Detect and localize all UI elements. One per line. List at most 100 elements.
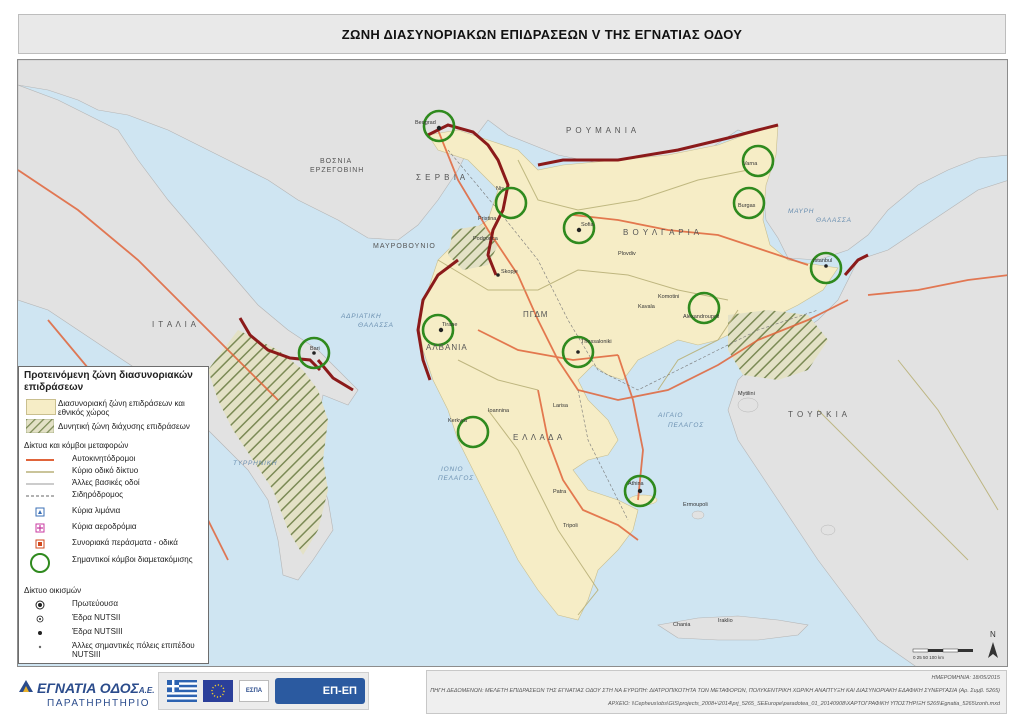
funding-badges: ΕΣΠΑ ΕΠ-ΕΠ xyxy=(158,672,369,710)
label-black-sea-1: ΜΑΥΡΗ xyxy=(788,208,814,215)
city-skopje: Skopje xyxy=(501,269,518,275)
label-montenegro: ΜΑΥΡΟΒΟΥΝΙΟ xyxy=(373,243,436,250)
legend-label-other-towns: Άλλες σημαντικές πόλεις επιπέδου NUTSIII xyxy=(72,641,195,659)
legend-label-capital: Πρωτεύουσα xyxy=(72,599,118,608)
map-title: ΖΩΝΗ ΔΙΑΣΥΝΟΡΙΑΚΩΝ ΕΠΙΔΡΑΣΕΩΝ V ΤΗΣ ΕΓΝΑ… xyxy=(341,26,743,42)
map-title-bar: ΖΩΝΗ ΔΙΑΣΥΝΟΡΙΑΚΩΝ ΕΠΙΔΡΑΣΕΩΝ V ΤΗΣ ΕΓΝΑ… xyxy=(18,14,1006,54)
label-aegean-1: ΑΙΓΑΙΟ xyxy=(657,412,683,419)
legend-swatch-zone xyxy=(26,399,56,415)
eu-flag-icon xyxy=(203,680,233,702)
label-bulgaria: Β Ο Υ Λ Γ Α Ρ Ι Α xyxy=(623,228,700,237)
label-greece: Ε Λ Λ Α Δ Α xyxy=(513,433,563,442)
legend-label-ports: Κύρια λιμάνια xyxy=(72,506,121,515)
hub-circle-icon xyxy=(30,553,50,573)
label-bosnia1: ΒΟΣΝΙΑ xyxy=(320,158,352,165)
city-burgas: Burgas xyxy=(738,203,756,209)
city-podgorica: Podgorica xyxy=(473,236,499,242)
map-legend: Προτεινόμενη ζώνη διασυνοριακών επιδράσε… xyxy=(18,366,209,664)
city-dot-thessaloniki xyxy=(576,350,580,354)
label-tyrrhenian: ΤΥΡΡΗΝΙΚΗ xyxy=(233,460,277,467)
egnatia-logo-icon xyxy=(19,680,33,692)
footer-source: ΠΗΓΗ ΔΕΔΟΜΕΝΩΝ: ΜΕΛΕΤΗ ΕΠΙΔΡΑΣΕΩΝ ΤΗΣ ΕΓ… xyxy=(430,688,1000,694)
legend-label-nuts2: Έδρα NUTSII xyxy=(72,613,121,622)
city-athina: Athina xyxy=(628,481,645,487)
legend-label-nuts3: Έδρα NUTSIII xyxy=(72,627,123,636)
label-serbia: Σ Ε Ρ Β Ι Α xyxy=(416,173,466,182)
city-alexandroupoli: Alexandroupoli xyxy=(683,314,719,320)
border-crossing-icon xyxy=(35,539,45,549)
port-icon xyxy=(35,507,45,517)
nuts2-icon xyxy=(36,615,44,623)
city-bari: Bari xyxy=(310,346,320,352)
city-kerkyra: Kerkyra xyxy=(448,418,468,424)
city-larisa: Larisa xyxy=(553,403,569,409)
legend-title: Προτεινόμενη ζώνη διασυνοριακών επιδράσε… xyxy=(24,370,193,393)
legend-label-railway: Σιδηρόδρομος xyxy=(72,490,123,499)
legend-row-airports: Κύρια αεροδρόμια xyxy=(24,521,209,537)
legend-label-main-roads: Κύριο οδικό δίκτυο xyxy=(72,466,139,475)
observatory-label: ΠΑΡΑΤΗΡΗΤΗΡΙΟ xyxy=(47,698,151,709)
svg-text:0 25 50 100 km: 0 25 50 100 km xyxy=(913,655,944,660)
logo-suffix: Α.Ε. xyxy=(138,686,155,695)
city-dot-tirana xyxy=(438,327,444,333)
egnatia-logo-text: ΕΓΝΑΤΙΑ ΟΔΟΣΑ.Ε. xyxy=(37,680,154,696)
city-thessaloniki: Thessaloniki xyxy=(581,339,612,345)
city-tirana: Tirane xyxy=(442,322,457,328)
island-lesvos xyxy=(737,397,759,413)
label-bosnia2: ΕΡΖΕΓΟΒΙΝΗ xyxy=(310,167,364,174)
city-nis: Nis xyxy=(496,186,504,192)
city-ioannina: Ioannina xyxy=(488,408,510,414)
city-irakleio: Iraklio xyxy=(718,618,733,624)
label-turkey: Τ Ο Υ Ρ Κ Ι Α xyxy=(788,410,848,419)
city-dot-athina xyxy=(637,488,643,494)
label-adriatic-2: ΘΑΛΑΣΣΑ xyxy=(358,322,394,329)
label-romania: Ρ Ο Υ Μ Α Ν Ι Α xyxy=(566,126,637,135)
greek-flag-icon xyxy=(167,680,197,702)
city-dot-skopje xyxy=(496,273,500,277)
city-sofia: Sofia xyxy=(581,222,594,228)
label-fyrom: ΠΓΔΜ xyxy=(523,310,548,319)
island-east xyxy=(820,524,836,536)
legend-row-ports: Κύρια λιμάνια xyxy=(24,505,209,521)
legend-row-zone: Διασυνοριακή ζώνη επιδράσεων και εθνικός… xyxy=(24,398,209,417)
legend-line-railway xyxy=(26,495,54,497)
legend-label-motorways: Αυτοκινητόδρομοι xyxy=(72,454,136,463)
legend-label-other-roads: Άλλες βασικές οδοί xyxy=(72,478,140,487)
legend-row-hubs: Σημαντικοί κόμβοι διαμετακόμισης xyxy=(24,552,209,574)
island-syros xyxy=(691,510,705,520)
espa-badge: ΕΣΠΑ xyxy=(239,680,269,702)
nuts3-icon xyxy=(38,631,42,635)
legend-label-potential: Δυνητική ζώνη διάχυσης επιδράσεων xyxy=(58,422,190,431)
legend-label-zone: Διασυνοριακή ζώνη επιδράσεων και εθνικός… xyxy=(58,399,185,417)
city-dot-beograd xyxy=(436,125,442,131)
footer-file: ΑΡΧΕΙΟ: \\Cepheus\obs\GIS\projects_2008+… xyxy=(607,701,1000,707)
logo-main: ΕΓΝΑΤΙΑ ΟΔΟΣ xyxy=(37,680,139,696)
label-italy: Ι Τ Α Λ Ι Α xyxy=(152,320,197,329)
city-beograd: Beograd xyxy=(415,120,436,126)
city-kavala: Kavala xyxy=(638,304,656,310)
town-icon xyxy=(38,645,42,649)
airport-icon xyxy=(35,523,45,533)
legend-row-other-towns: Άλλες σημαντικές πόλεις επιπέδου NUTSIII xyxy=(24,640,209,660)
city-ermoupoli: Ermoupoli xyxy=(683,502,708,508)
city-varna: Varna xyxy=(743,161,758,167)
legend-networks-title: Δίκτυα και κόμβοι μεταφορών xyxy=(24,441,129,450)
city-istanbul: Istanbul xyxy=(813,258,832,264)
epep-badge: ΕΠ-ΕΠ xyxy=(275,678,365,704)
footer-logos: ΕΓΝΑΤΙΑ ΟΔΟΣΑ.Ε. ΠΑΡΑΤΗΡΗΤΗΡΙΟ ΕΣΠΑ ΕΠ-Ε… xyxy=(17,672,369,712)
legend-settlements-title: Δίκτυο οικισμών xyxy=(24,586,82,595)
label-aegean-2: ΠΕΛΑΓΟΣ xyxy=(668,422,704,429)
label-black-sea-2: ΘΑΛΑΣΣΑ xyxy=(816,217,852,224)
city-patra: Patra xyxy=(553,489,567,495)
city-mytilini: Mytilini xyxy=(738,391,755,397)
city-tripoli: Tripoli xyxy=(563,523,578,529)
city-chania: Chania xyxy=(673,622,691,628)
label-ionian-2: ΠΕΛΑΓΟΣ xyxy=(438,475,474,482)
legend-label-border-crossings: Συνοριακά περάσματα - οδικά xyxy=(72,538,178,547)
legend-row-potential: Δυνητική ζώνη διάχυσης επιδράσεων xyxy=(24,419,209,435)
city-komotini: Komotini xyxy=(658,294,679,300)
city-dot-istanbul xyxy=(824,264,828,268)
city-pristina: Pristina xyxy=(478,216,497,222)
legend-row-railway: Σιδηρόδρομος xyxy=(24,489,209,505)
label-albania: ΑΛΒΑΝΙΑ xyxy=(426,343,468,352)
